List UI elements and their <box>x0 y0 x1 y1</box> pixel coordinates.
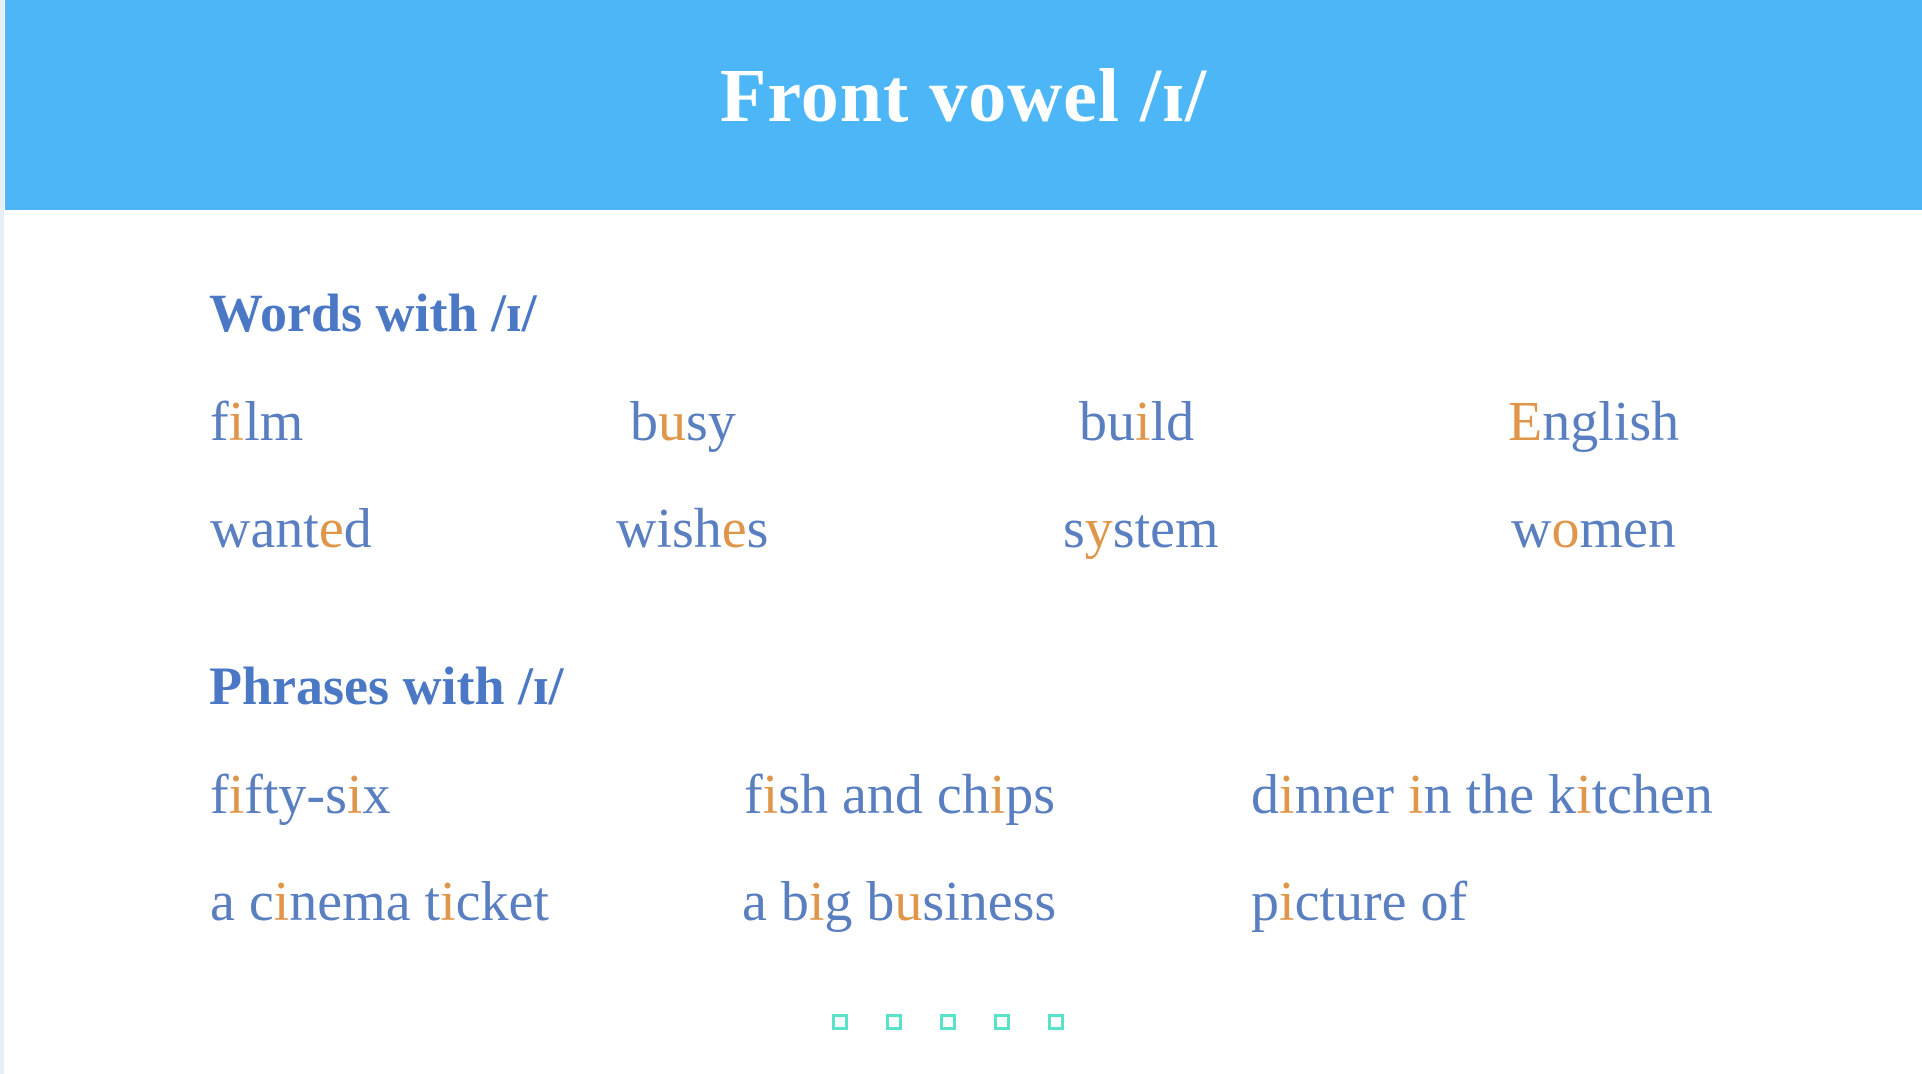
text-segment: bu <box>1079 391 1135 453</box>
highlighted-letter: e <box>721 498 747 560</box>
word-item: busy <box>630 390 736 454</box>
text-segment: d <box>1251 764 1279 826</box>
slide-nav-dot[interactable] <box>940 1014 956 1030</box>
text-segment: f <box>210 764 229 826</box>
phrase-item: dinner in the kitchen <box>1251 763 1713 827</box>
text-segment: fty-s <box>244 764 347 826</box>
text-segment: men <box>1579 498 1676 560</box>
text-segment: lm <box>244 391 304 453</box>
highlighted-letter: i <box>1576 764 1592 826</box>
text-segment: sh and ch <box>778 764 990 826</box>
slide-nav-dot[interactable] <box>832 1014 848 1030</box>
text-segment: want <box>210 498 319 560</box>
words-heading: Words with /ɪ/ <box>209 283 537 343</box>
word-item: English <box>1508 390 1679 454</box>
slide: Front vowel /ɪ/ Words with /ɪ/ film busy… <box>0 0 1922 1074</box>
phrase-item: picture of <box>1251 870 1467 934</box>
header-banner: Front vowel /ɪ/ <box>5 0 1922 210</box>
text-segment: tchen <box>1591 764 1713 826</box>
left-edge-border <box>0 0 4 1074</box>
highlighted-letter: E <box>1508 391 1543 453</box>
text-segment: a b <box>742 871 809 933</box>
text-segment: siness <box>922 871 1057 933</box>
word-item: women <box>1511 497 1676 561</box>
highlighted-letter: i <box>228 391 245 453</box>
phrases-heading: Phrases with /ɪ/ <box>209 656 564 716</box>
slide-nav-dot[interactable] <box>994 1014 1010 1030</box>
text-segment: p <box>1251 871 1279 933</box>
text-segment: w <box>1511 498 1552 560</box>
slide-nav-dot[interactable] <box>1048 1014 1064 1030</box>
text-segment: nner <box>1294 764 1409 826</box>
highlighted-letter: i <box>989 764 1006 826</box>
slide-navigation <box>832 1014 1064 1030</box>
text-segment: stem <box>1112 498 1219 560</box>
text-segment: nema t <box>289 871 441 933</box>
text-segment: nglish <box>1542 391 1680 453</box>
highlighted-letter: i <box>1279 764 1295 826</box>
text-segment: n the k <box>1423 764 1577 826</box>
phrase-item: a big business <box>742 870 1056 934</box>
highlighted-letter: i <box>1279 871 1295 933</box>
highlighted-letter: y <box>1084 498 1113 560</box>
highlighted-letter: i <box>1135 391 1151 453</box>
highlighted-letter: i <box>808 871 825 933</box>
text-segment: ps <box>1005 764 1056 826</box>
text-segment: cket <box>455 871 549 933</box>
word-item: build <box>1079 390 1194 454</box>
highlighted-letter: o <box>1551 498 1580 560</box>
text-segment: s <box>1063 498 1085 560</box>
slide-nav-dot[interactable] <box>886 1014 902 1030</box>
highlighted-letter: i <box>346 764 363 826</box>
text-segment: ld <box>1150 391 1195 453</box>
highlighted-letter: i <box>228 764 245 826</box>
phrase-item: fish and chips <box>744 763 1055 827</box>
text-segment: d <box>343 498 372 560</box>
highlighted-letter: u <box>894 871 923 933</box>
text-segment: b <box>630 391 658 453</box>
phrase-item: fifty-six <box>210 763 390 827</box>
word-item: wanted <box>210 497 372 561</box>
phrase-item: a cinema ticket <box>210 870 549 934</box>
highlighted-letter: u <box>658 391 686 453</box>
text-segment: cture of <box>1294 871 1468 933</box>
highlighted-letter: i <box>440 871 456 933</box>
highlighted-letter: i <box>1408 764 1424 826</box>
slide-title: Front vowel /ɪ/ <box>719 53 1208 138</box>
text-segment: f <box>744 764 763 826</box>
text-segment: x <box>362 764 391 826</box>
word-item: wishes <box>616 497 768 561</box>
text-segment: a c <box>210 871 274 933</box>
highlighted-letter: e <box>318 498 344 560</box>
text-segment: g b <box>824 871 895 933</box>
text-segment: wish <box>616 498 722 560</box>
text-segment: f <box>210 391 229 453</box>
word-item: system <box>1063 497 1219 561</box>
text-segment: s <box>746 498 769 560</box>
highlighted-letter: i <box>762 764 779 826</box>
word-item: film <box>210 390 303 454</box>
text-segment: sy <box>686 391 736 453</box>
highlighted-letter: i <box>273 871 290 933</box>
